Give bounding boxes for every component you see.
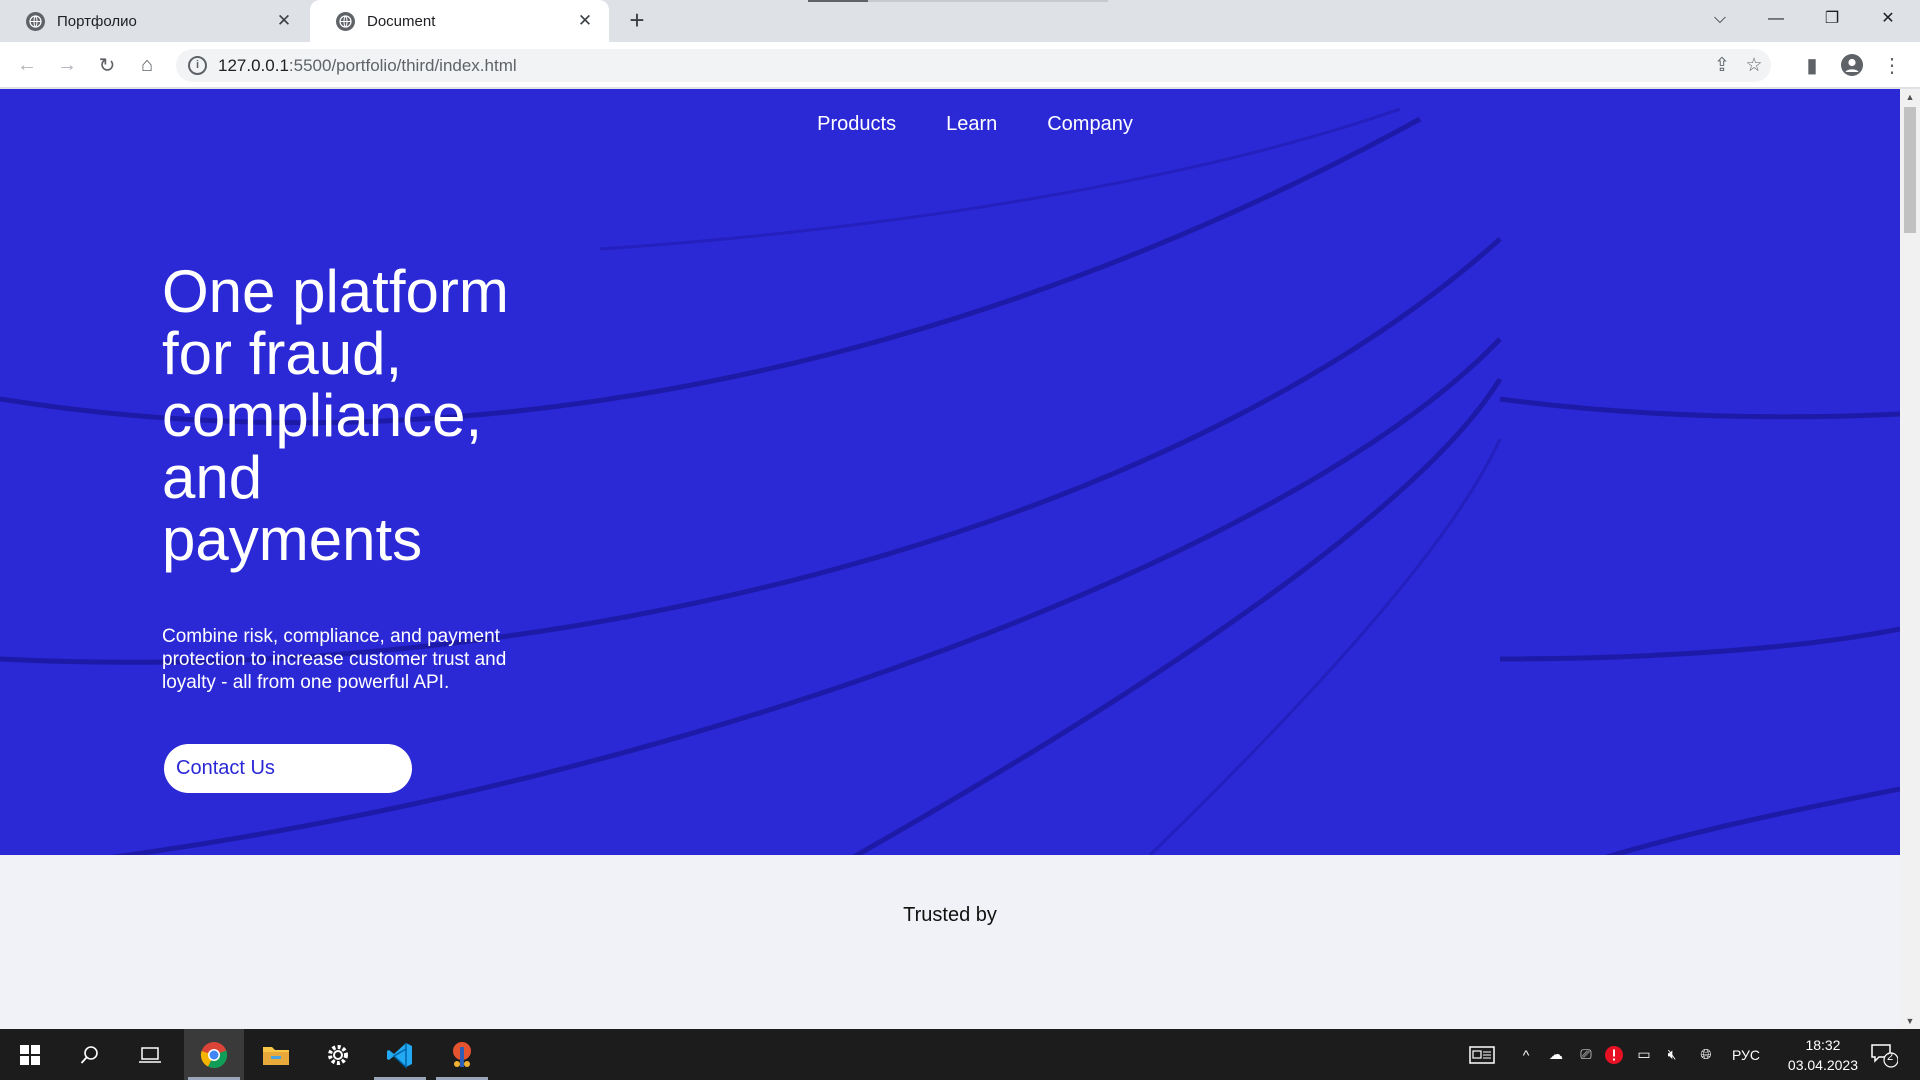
start-button[interactable] (0, 1029, 60, 1080)
tab-scroll-track (868, 0, 1108, 2)
side-panel-icon[interactable]: ▮ (1798, 51, 1826, 79)
site-info-icon[interactable]: i (188, 56, 207, 75)
nav-learn[interactable]: Learn (946, 113, 997, 136)
home-icon[interactable]: ⌂ (133, 51, 161, 79)
globe-icon (26, 11, 45, 31)
globe-icon (336, 11, 355, 31)
search-icon[interactable] (60, 1029, 120, 1080)
scroll-up-icon[interactable]: ▲ (1900, 89, 1920, 105)
bookmark-star-icon[interactable]: ☆ (1742, 54, 1766, 78)
contact-us-button[interactable]: Contact Us (164, 744, 412, 793)
reload-icon[interactable]: ↻ (93, 51, 121, 79)
notifications-count: 2 (1887, 1051, 1894, 1063)
scrollbar-thumb[interactable] (1904, 107, 1916, 233)
hero-subtitle: Combine risk, compliance, and payment pr… (162, 626, 507, 693)
chrome-taskbar-icon[interactable] (184, 1029, 244, 1080)
hero-title-line: compliance, (162, 382, 483, 449)
tab-title: Document (367, 12, 436, 30)
paint-app-taskbar-icon[interactable] (432, 1029, 492, 1080)
clock-date: 03.04.2023 (1787, 1057, 1858, 1073)
tab-document[interactable]: Document ✕ (310, 0, 609, 42)
nav-products[interactable]: Products (817, 113, 896, 136)
hero-title-line: and (162, 444, 263, 511)
main-nav: Products Learn Company (0, 113, 1900, 136)
tab-portfolio[interactable]: Портфолио ✕ (0, 0, 308, 42)
page-scrollbar[interactable]: ▲ ▼ (1900, 89, 1920, 1029)
windows-taskbar: ^ ☁ ⎚ ▭ 🔇︎ 🌐︎ РУС 18:32 03.04.2023 2 (0, 1029, 1920, 1080)
nav-company[interactable]: Company (1047, 113, 1133, 136)
task-view-icon[interactable] (120, 1029, 180, 1080)
network-globe-icon[interactable]: 🌐︎ (1694, 1029, 1718, 1080)
hero-title-line: payments (162, 506, 423, 573)
input-language[interactable]: РУС (1728, 1029, 1764, 1080)
address-bar[interactable]: i 127.0.0.1:5500/portfolio/third/index.h… (176, 49, 1771, 82)
hero-title-line: for fraud, (162, 320, 403, 387)
close-icon[interactable]: ✕ (575, 11, 595, 31)
vscode-taskbar-icon[interactable] (370, 1029, 430, 1080)
file-explorer-icon[interactable] (246, 1029, 306, 1080)
minimize-button[interactable]: — (1748, 0, 1804, 38)
clock-time: 18:32 (1805, 1037, 1841, 1053)
alert-warning-icon[interactable] (1602, 1029, 1626, 1080)
trusted-by-heading: Trusted by (903, 904, 997, 926)
forward-icon[interactable]: → (53, 51, 81, 79)
tab-scroll-indicator (808, 0, 868, 2)
volume-muted-icon[interactable]: 🔇︎ (1660, 1029, 1684, 1080)
show-hidden-icons-chevron-icon[interactable]: ^ (1514, 1029, 1538, 1080)
onedrive-cloud-icon[interactable]: ☁ (1542, 1029, 1570, 1080)
notifications-icon[interactable]: 2 (1862, 1029, 1906, 1080)
tab-search-icon[interactable]: ⌵ (1692, 0, 1748, 38)
menu-kebab-icon[interactable]: ⋮ (1878, 51, 1906, 79)
back-icon[interactable]: ← (13, 51, 41, 79)
tab-strip: Портфолио ✕ Document ✕ + ⌵ — ❐ ✕ (0, 0, 1920, 42)
tab-title: Портфолио (57, 12, 137, 30)
news-widget-icon[interactable] (1464, 1029, 1500, 1080)
profile-icon[interactable] (1838, 51, 1866, 79)
browser-toolbar: ← → ↻ ⌂ i 127.0.0.1:5500/portfolio/third… (0, 42, 1920, 88)
meet-now-icon[interactable]: ⎚ (1574, 1029, 1598, 1080)
hero-section: Products Learn Company One platform for … (0, 89, 1900, 855)
scroll-down-icon[interactable]: ▼ (1900, 1013, 1920, 1029)
hero-title-line: One platform (162, 258, 509, 325)
close-window-button[interactable]: ✕ (1860, 0, 1916, 38)
taskbar-clock[interactable]: 18:32 03.04.2023 (1788, 1035, 1858, 1075)
page-viewport: Products Learn Company One platform for … (0, 89, 1900, 1029)
battery-icon[interactable]: ▭ (1632, 1029, 1656, 1080)
new-tab-button[interactable]: + (624, 7, 650, 34)
windows-logo-icon (20, 1044, 40, 1065)
url-text: 127.0.0.1:5500/portfolio/third/index.htm… (218, 56, 517, 75)
settings-gear-icon[interactable] (308, 1029, 368, 1080)
share-icon[interactable]: ⇪ (1710, 54, 1734, 78)
restore-button[interactable]: ❐ (1804, 0, 1860, 38)
close-icon[interactable]: ✕ (274, 11, 294, 31)
hero-title: One platform for fraud, compliance, and … (162, 261, 582, 571)
